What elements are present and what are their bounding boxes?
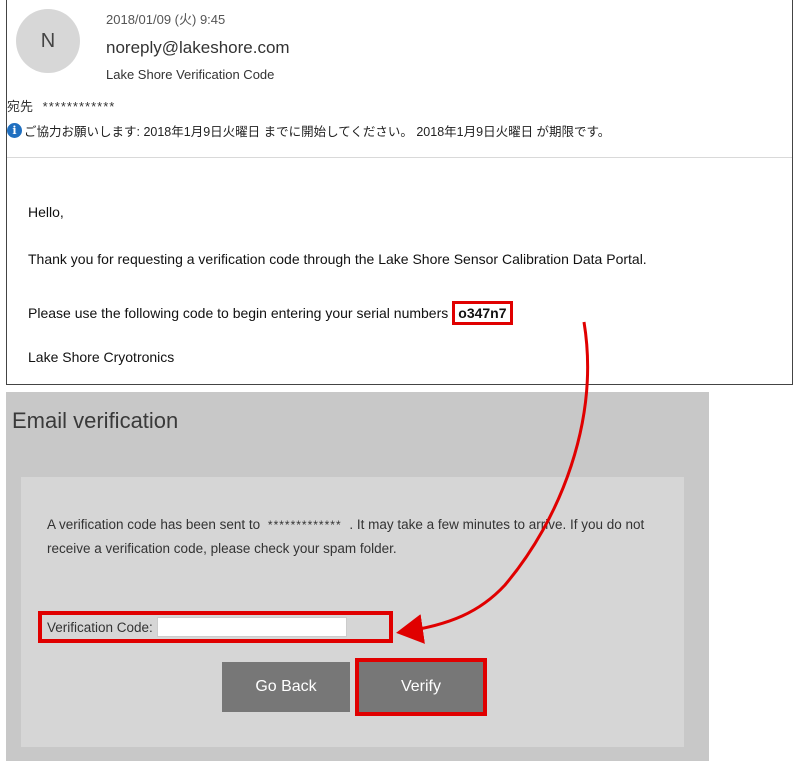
email-message-pane: N 2018/01/09 (火) 9:45 noreply@lakeshore.…: [6, 0, 793, 385]
email-verification-panel: Email verification A verification code h…: [6, 392, 709, 761]
email-subject: Lake Shore Verification Code: [106, 67, 275, 82]
recipient-label: 宛先: [7, 99, 34, 114]
email-instruction-line: Please use the following code to begin e…: [28, 301, 513, 325]
verification-code-input[interactable]: [156, 617, 347, 637]
info-icon: i: [7, 123, 22, 138]
followup-info-text: ご協力お願いします: 2018年1月9日火曜日 までに開始してください。 201…: [24, 125, 611, 139]
verification-message-part1: A verification code has been sent to: [47, 517, 261, 532]
sender-avatar: N: [16, 9, 80, 73]
verification-code-field-highlight: Verification Code:: [38, 611, 393, 643]
recipient-value[interactable]: ************: [43, 99, 116, 114]
page-title: Email verification: [12, 408, 179, 433]
verify-button-highlight: Verify: [355, 658, 487, 716]
email-greeting: Hello,: [28, 204, 64, 220]
email-instruction-text: Please use the following code to begin e…: [28, 305, 449, 321]
email-sender[interactable]: noreply@lakeshore.com: [106, 38, 290, 58]
email-recipient: 宛先 ************: [7, 96, 115, 115]
verification-form: A verification code has been sent to ***…: [21, 477, 684, 747]
go-back-button[interactable]: Go Back: [222, 662, 350, 712]
email-date: 2018/01/09 (火) 9:45: [106, 12, 226, 27]
masked-email: *************: [267, 518, 342, 532]
email-signature: Lake Shore Cryotronics: [28, 349, 175, 365]
avatar-initial: N: [40, 29, 56, 52]
email-thanks-line: Thank you for requesting a verification …: [28, 251, 647, 267]
verify-button[interactable]: Verify: [359, 662, 483, 712]
verification-message: A verification code has been sent to ***…: [47, 513, 667, 560]
followup-info-bar: i ご協力お願いします: 2018年1月9日火曜日 までに開始してください。 2…: [7, 121, 610, 140]
verification-code-label: Verification Code:: [47, 619, 153, 635]
header-divider: [7, 157, 792, 158]
verification-code-highlight: o347n7: [452, 301, 513, 325]
